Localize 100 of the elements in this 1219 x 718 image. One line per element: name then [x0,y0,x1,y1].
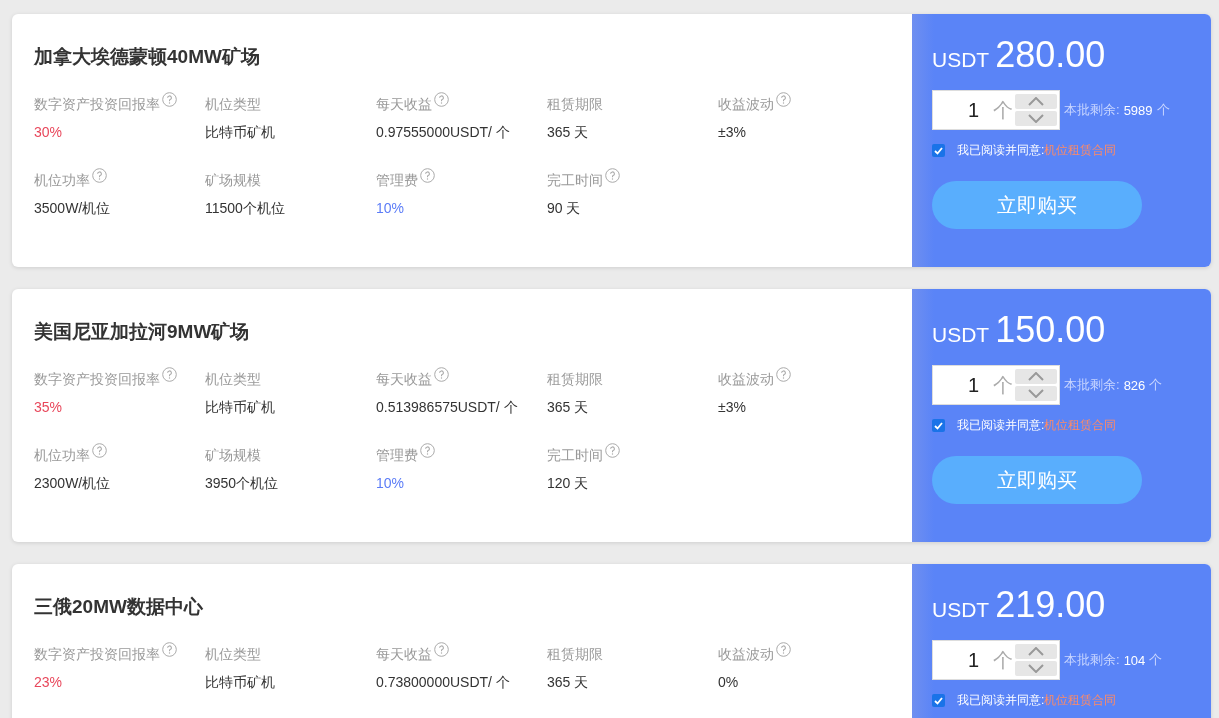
help-icon[interactable] [605,443,620,458]
stat-value: 0.513986575USDT/ 个 [376,399,519,417]
stat-label: 机位类型 [205,371,261,389]
help-icon[interactable] [162,642,177,657]
stat-value: 365 天 [547,399,590,417]
agree-checkbox[interactable] [932,144,945,157]
stat-value: 365 天 [547,674,590,692]
stat-value: 10% [376,200,406,216]
stat-value: 比特币矿机 [205,674,276,692]
product-title: 加拿大埃德蒙顿40MW矿场 [34,45,261,69]
stat-label: 完工时间 [547,447,603,465]
stat-label: 租赁期限 [547,371,603,389]
stat-label: 数字资产投资回报率 [34,646,160,664]
remaining-label: 本批剩余: [1064,376,1120,394]
help-icon[interactable] [92,168,107,183]
stat-value: 90 天 [547,200,582,218]
currency-label: USDT [932,48,990,72]
stat-label: 管理费 [376,447,418,465]
quantity-input[interactable]: 1 [935,648,979,672]
help-icon[interactable] [434,92,449,107]
stat-value: 23% [34,674,64,690]
stat-label: 矿场规模 [205,172,261,190]
price-value: 219.00 [995,584,1106,626]
help-icon[interactable] [605,168,620,183]
stat-value: ±3% [718,399,747,415]
stat-value: 2300W/机位 [34,475,112,493]
increment-button[interactable] [1015,644,1057,659]
increment-button[interactable] [1015,94,1057,109]
stat-label: 每天收益 [376,646,432,664]
stat-label: 每天收益 [376,371,432,389]
chevron-down-icon [1028,389,1044,398]
product-title: 三俄20MW数据中心 [34,595,204,619]
help-icon[interactable] [434,367,449,382]
stat-label: 管理费 [376,172,418,190]
remaining-count: 826 [1123,377,1146,393]
stat-value: 10% [376,475,406,491]
agree-text: 我已阅读并同意: [957,418,1045,432]
stat-value: 30% [34,124,64,140]
remaining-unit: 个 [1149,376,1163,394]
stat-label: 矿场规模 [205,447,261,465]
decrement-button[interactable] [1015,386,1057,401]
decrement-button[interactable] [1015,661,1057,676]
remaining-count: 5989 [1123,102,1153,118]
stat-label: 机位类型 [205,646,261,664]
help-icon[interactable] [162,367,177,382]
decrement-button[interactable] [1015,111,1057,126]
stat-value: 11500个机位 [205,200,286,218]
quantity-stepper[interactable]: 1 个 [932,365,1060,405]
chevron-up-icon [1028,647,1044,656]
stat-label: 数字资产投资回报率 [34,96,160,114]
help-icon[interactable] [92,443,107,458]
agree-checkbox[interactable] [932,419,945,432]
help-icon[interactable] [162,92,177,107]
quantity-input[interactable]: 1 [935,98,979,122]
help-icon[interactable] [776,642,791,657]
stat-value: 3950个机位 [205,475,280,493]
help-icon[interactable] [420,168,435,183]
stat-label: 每天收益 [376,96,432,114]
price-value: 150.00 [995,309,1106,351]
stat-value: 比特币矿机 [205,124,276,142]
chevron-up-icon [1028,372,1044,381]
stat-label: 机位类型 [205,96,261,114]
quantity-stepper[interactable]: 1 个 [932,640,1060,680]
help-icon[interactable] [434,642,449,657]
chevron-down-icon [1028,114,1044,123]
stat-label: 机位功率 [34,172,90,190]
price-value: 280.00 [995,34,1106,76]
increment-button[interactable] [1015,369,1057,384]
stat-label: 机位功率 [34,447,90,465]
help-icon[interactable] [776,367,791,382]
stat-label: 收益波动 [718,371,774,389]
currency-label: USDT [932,598,990,622]
stat-value: 3500W/机位 [34,200,112,218]
stat-label: 收益波动 [718,96,774,114]
currency-label: USDT [932,323,990,347]
stat-label: 完工时间 [547,172,603,190]
remaining-label: 本批剩余: [1064,101,1120,119]
stat-value: ±3% [718,124,747,140]
product-title: 美国尼亚加拉河9MW矿场 [34,320,251,344]
chevron-up-icon [1028,97,1044,106]
remaining-label: 本批剩余: [1064,651,1120,669]
stat-label: 租赁期限 [547,646,603,664]
remaining-count: 104 [1123,652,1146,668]
remaining-unit: 个 [1149,651,1163,669]
stat-value: 120 天 [547,475,590,493]
quantity-stepper[interactable]: 1 个 [932,90,1060,130]
remaining-unit: 个 [1156,101,1170,119]
stat-value: 0.73800000USDT/ 个 [376,674,511,692]
stat-value: 0.97555000USDT/ 个 [376,124,511,142]
stat-value: 0% [718,674,740,690]
chevron-down-icon [1028,664,1044,673]
agree-checkbox[interactable] [932,694,945,707]
stat-label: 收益波动 [718,646,774,664]
quantity-input[interactable]: 1 [935,373,979,397]
stat-label: 租赁期限 [547,96,603,114]
help-icon[interactable] [420,443,435,458]
help-icon[interactable] [776,92,791,107]
stat-value: 35% [34,399,64,415]
stat-value: 比特币矿机 [205,399,276,417]
agree-text: 我已阅读并同意: [957,693,1045,707]
